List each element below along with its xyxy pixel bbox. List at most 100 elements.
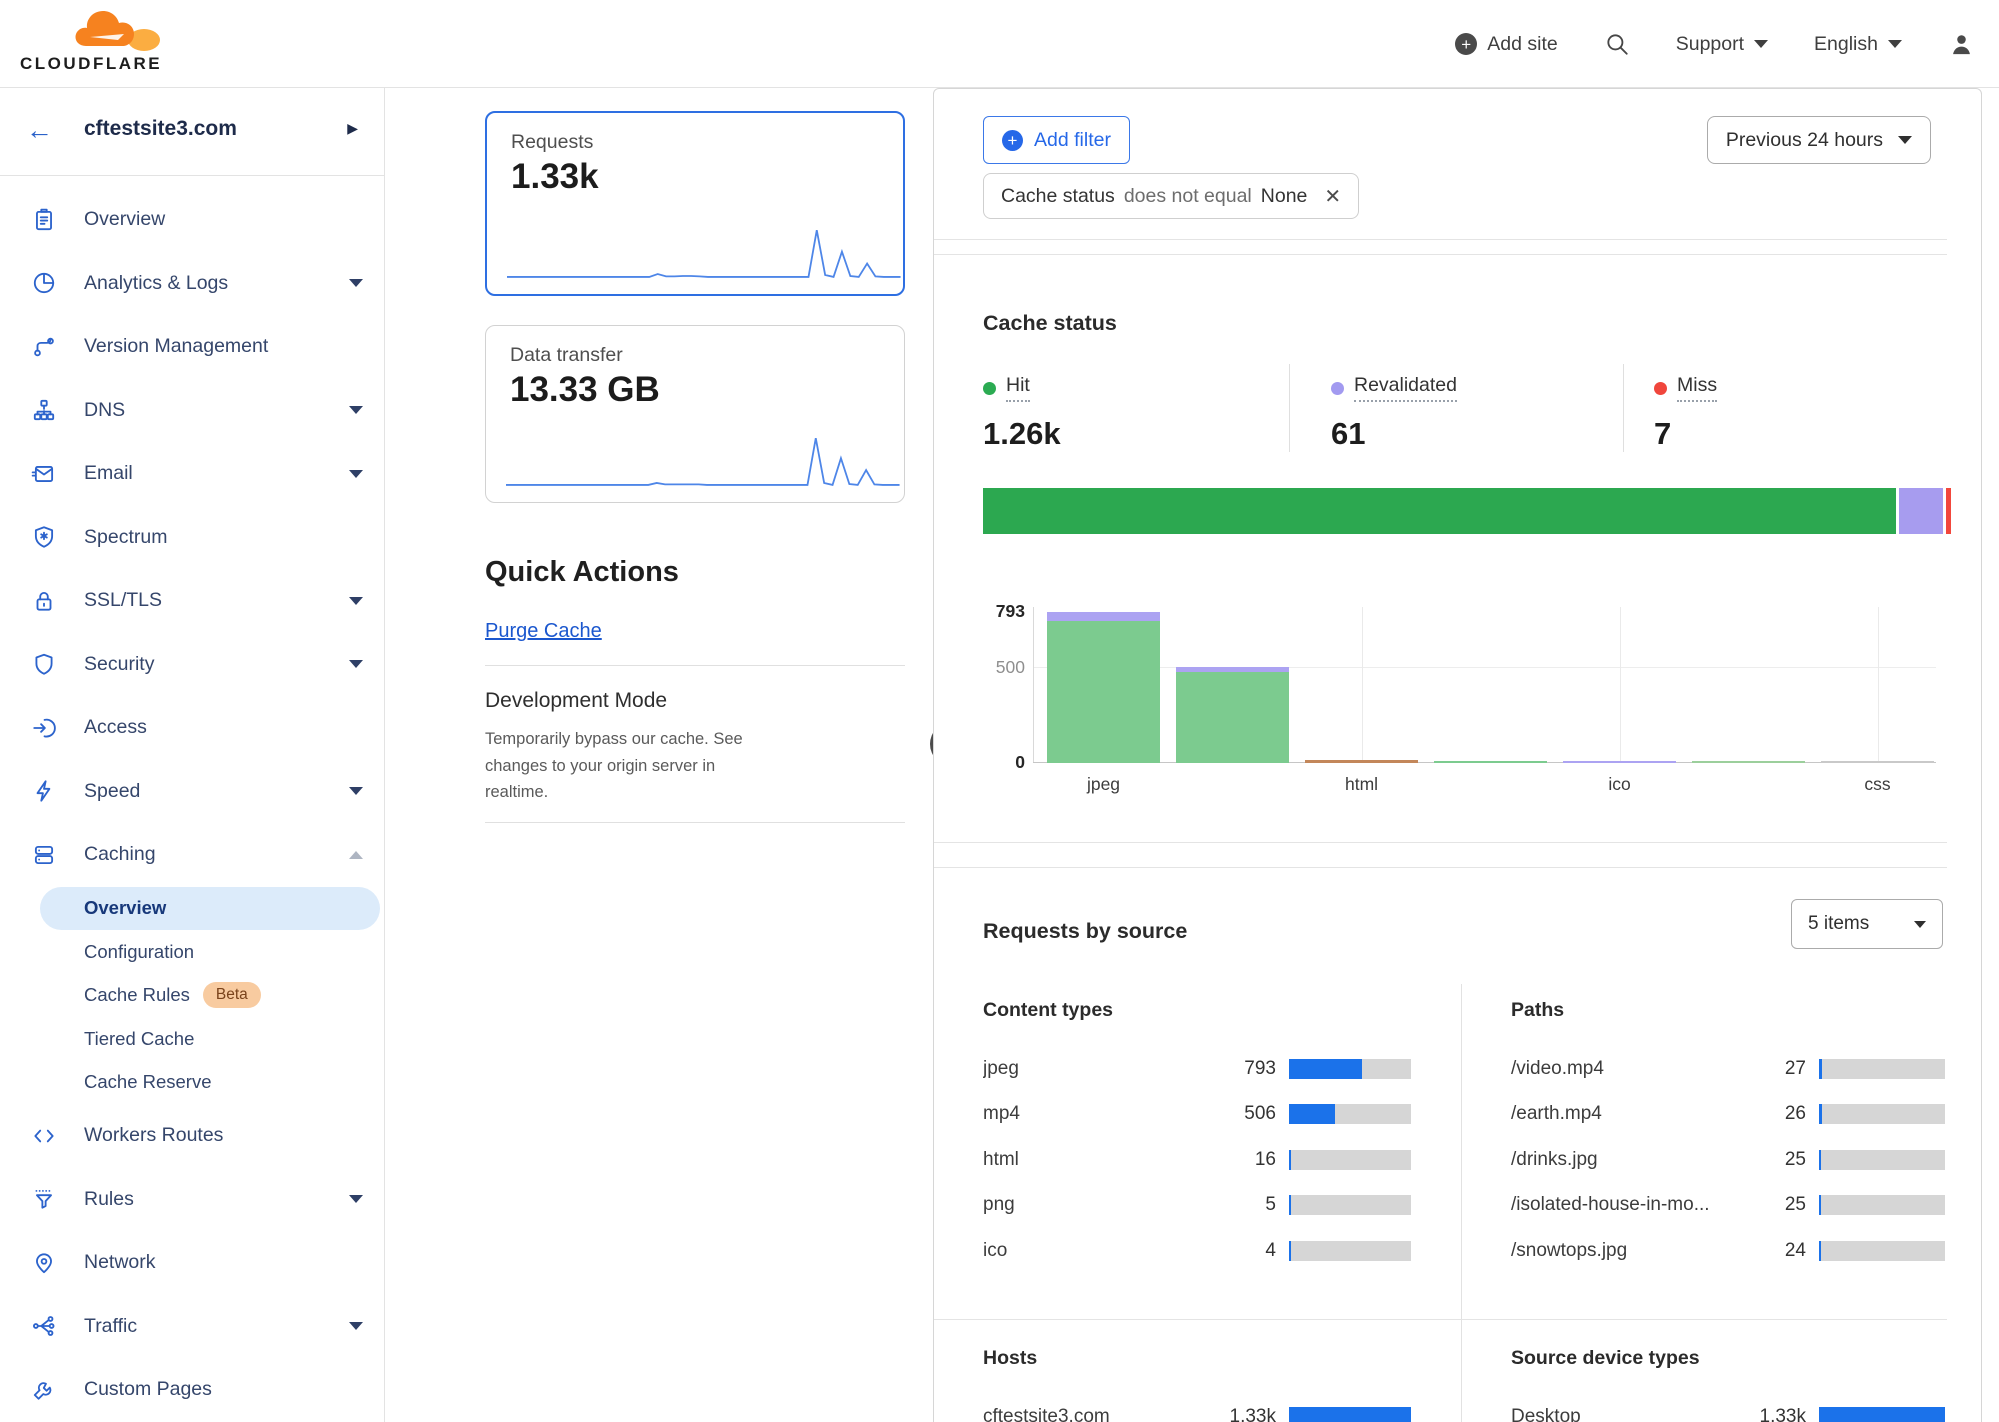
divider xyxy=(934,1319,1947,1320)
bar-png xyxy=(1434,761,1547,763)
sidebar-item-security[interactable]: Security xyxy=(0,633,384,697)
data-transfer-metric-card[interactable]: Data transfer 13.33 GB xyxy=(485,325,905,503)
sidebar-subitem-cache-reserve[interactable]: Cache Reserve xyxy=(40,1061,380,1105)
sidebar-item-workers-routes[interactable]: Workers Routes xyxy=(0,1104,384,1168)
table-row: /isolated-house-in-mo...25 xyxy=(1511,1183,1945,1229)
purge-cache-link[interactable]: Purge Cache xyxy=(485,620,602,643)
row-bar-fill xyxy=(1289,1150,1291,1170)
row-bar-track xyxy=(1289,1150,1411,1170)
stat-value: 7 xyxy=(1654,416,1903,452)
table-row: mp4506 xyxy=(983,1092,1411,1138)
items-count-value: 5 items xyxy=(1808,913,1869,935)
table-row: /snowtops.jpg24 xyxy=(1511,1228,1945,1274)
sidebar-subitem-caching-overview[interactable]: Overview xyxy=(40,887,380,931)
divider xyxy=(934,254,1947,255)
code-icon xyxy=(31,1123,57,1149)
chevron-down-icon xyxy=(349,1195,363,1203)
language-menu[interactable]: English xyxy=(1814,33,1902,56)
pie-icon xyxy=(31,270,57,296)
sidebar-item-email[interactable]: Email xyxy=(0,442,384,506)
row-value: 16 xyxy=(1206,1149,1276,1171)
data-transfer-value: 13.33 GB xyxy=(510,370,660,410)
device-types-column: Source device types Desktop1.33k xyxy=(1511,1347,1945,1422)
clipboard-icon xyxy=(31,207,57,233)
site-switcher-caret-icon[interactable]: ▶ xyxy=(347,120,358,137)
table-row: ico4 xyxy=(983,1228,1411,1274)
row-bar-track xyxy=(1819,1150,1945,1170)
gridline xyxy=(1362,607,1363,762)
sidebar-item-custom-pages[interactable]: Custom Pages xyxy=(0,1358,384,1422)
sidebar-item-speed[interactable]: Speed xyxy=(0,760,384,824)
add-filter-button[interactable]: + Add filter xyxy=(983,116,1130,164)
gridline xyxy=(1033,667,1936,668)
filter-field: Cache status xyxy=(1001,185,1115,208)
sidebar-item-network[interactable]: Network xyxy=(0,1231,384,1295)
sidebar-subitem-cache-rules[interactable]: Cache RulesBeta xyxy=(40,974,380,1018)
plus-circle-icon: + xyxy=(1002,130,1023,151)
back-arrow-icon[interactable]: ← xyxy=(26,115,53,146)
row-label: ico xyxy=(983,1240,1206,1262)
search-button[interactable] xyxy=(1604,31,1630,57)
sidebar-item-version-management[interactable]: Version Management xyxy=(0,315,384,379)
tree-icon xyxy=(31,397,57,423)
sidebar-item-label: DNS xyxy=(84,399,125,422)
site-name: cftestsite3.com xyxy=(84,117,237,141)
row-value: 25 xyxy=(1736,1149,1806,1171)
sidebar-subitem-tiered-cache[interactable]: Tiered Cache xyxy=(40,1017,380,1061)
legend-revalidated[interactable]: Revalidated xyxy=(1331,374,1457,402)
row-bar-track xyxy=(1819,1059,1945,1079)
cache-status-ratio-bar xyxy=(983,488,1951,534)
row-bar-track xyxy=(1819,1241,1945,1261)
x-axis-tick: ico xyxy=(1608,774,1630,795)
sidebar-item-dns[interactable]: DNS xyxy=(0,379,384,443)
remove-filter-x-icon[interactable]: ✕ xyxy=(1324,184,1341,209)
cloudflare-logo[interactable]: CLOUDFLARE xyxy=(20,4,180,84)
sidebar-item-caching[interactable]: Caching xyxy=(0,823,384,887)
chevron-up-icon xyxy=(349,851,363,859)
filter-operator: does not equal xyxy=(1124,185,1252,208)
bar-segment-other xyxy=(1305,760,1418,763)
gridline xyxy=(1878,607,1879,762)
legend-hit[interactable]: Hit xyxy=(983,374,1030,402)
sidebar-item-label: Analytics & Logs xyxy=(84,272,228,295)
chevron-down-icon xyxy=(349,279,363,287)
sidebar-item-spectrum[interactable]: Spectrum xyxy=(0,506,384,570)
requests-metric-card[interactable]: Requests 1.33k xyxy=(485,111,905,296)
sidebar-item-access[interactable]: Access xyxy=(0,696,384,760)
account-menu[interactable] xyxy=(1948,31,1975,58)
cache-status-stat-hit: Hit1.26k xyxy=(983,364,1289,452)
row-label: png xyxy=(983,1194,1206,1216)
row-bar-track xyxy=(1819,1104,1945,1124)
add-site-button[interactable]: + Add site xyxy=(1455,33,1557,56)
development-mode-description: Temporarily bypass our cache. See change… xyxy=(485,726,753,806)
user-icon xyxy=(1948,31,1975,58)
row-label: Desktop xyxy=(1511,1406,1736,1422)
arrow-circle-icon xyxy=(31,715,57,741)
bar-jpeg xyxy=(1047,612,1160,763)
sidebar-item-overview[interactable]: Overview xyxy=(0,188,384,252)
chevron-down-icon xyxy=(349,470,363,478)
sidebar: ← cftestsite3.com ▶ Overview Analytics & … xyxy=(0,88,385,1422)
pie-icon xyxy=(31,270,57,296)
sidebar-item-traffic[interactable]: Traffic xyxy=(0,1295,384,1359)
table-row: /drinks.jpg25 xyxy=(1511,1137,1945,1183)
bar-css xyxy=(1821,761,1934,763)
sidebar-nav: Overview Analytics & Logs Version Manageme… xyxy=(0,176,384,1422)
stat-value: 61 xyxy=(1331,416,1623,452)
sidebar-item-label: Spectrum xyxy=(84,526,167,549)
legend-miss[interactable]: Miss xyxy=(1654,374,1717,402)
shield-icon xyxy=(31,651,57,677)
chevron-down-icon xyxy=(1754,40,1768,48)
sidebar-item-ssl-tls[interactable]: SSL/TLS xyxy=(0,569,384,633)
time-range-select[interactable]: Previous 24 hours xyxy=(1707,116,1931,164)
items-count-select[interactable]: 5 items xyxy=(1791,899,1943,949)
bar-segment-hit xyxy=(1434,761,1547,763)
pin-icon xyxy=(31,1250,57,1276)
sidebar-item-analytics-logs[interactable]: Analytics & Logs xyxy=(0,252,384,316)
sidebar-subitem-label: Cache Rules xyxy=(84,984,190,1006)
sidebar-subitem-caching-configuration[interactable]: Configuration xyxy=(40,930,380,974)
support-menu[interactable]: Support xyxy=(1676,33,1768,56)
shield-asterisk-icon xyxy=(31,524,57,550)
row-bar-track xyxy=(1289,1104,1411,1124)
sidebar-item-rules[interactable]: Rules xyxy=(0,1168,384,1232)
